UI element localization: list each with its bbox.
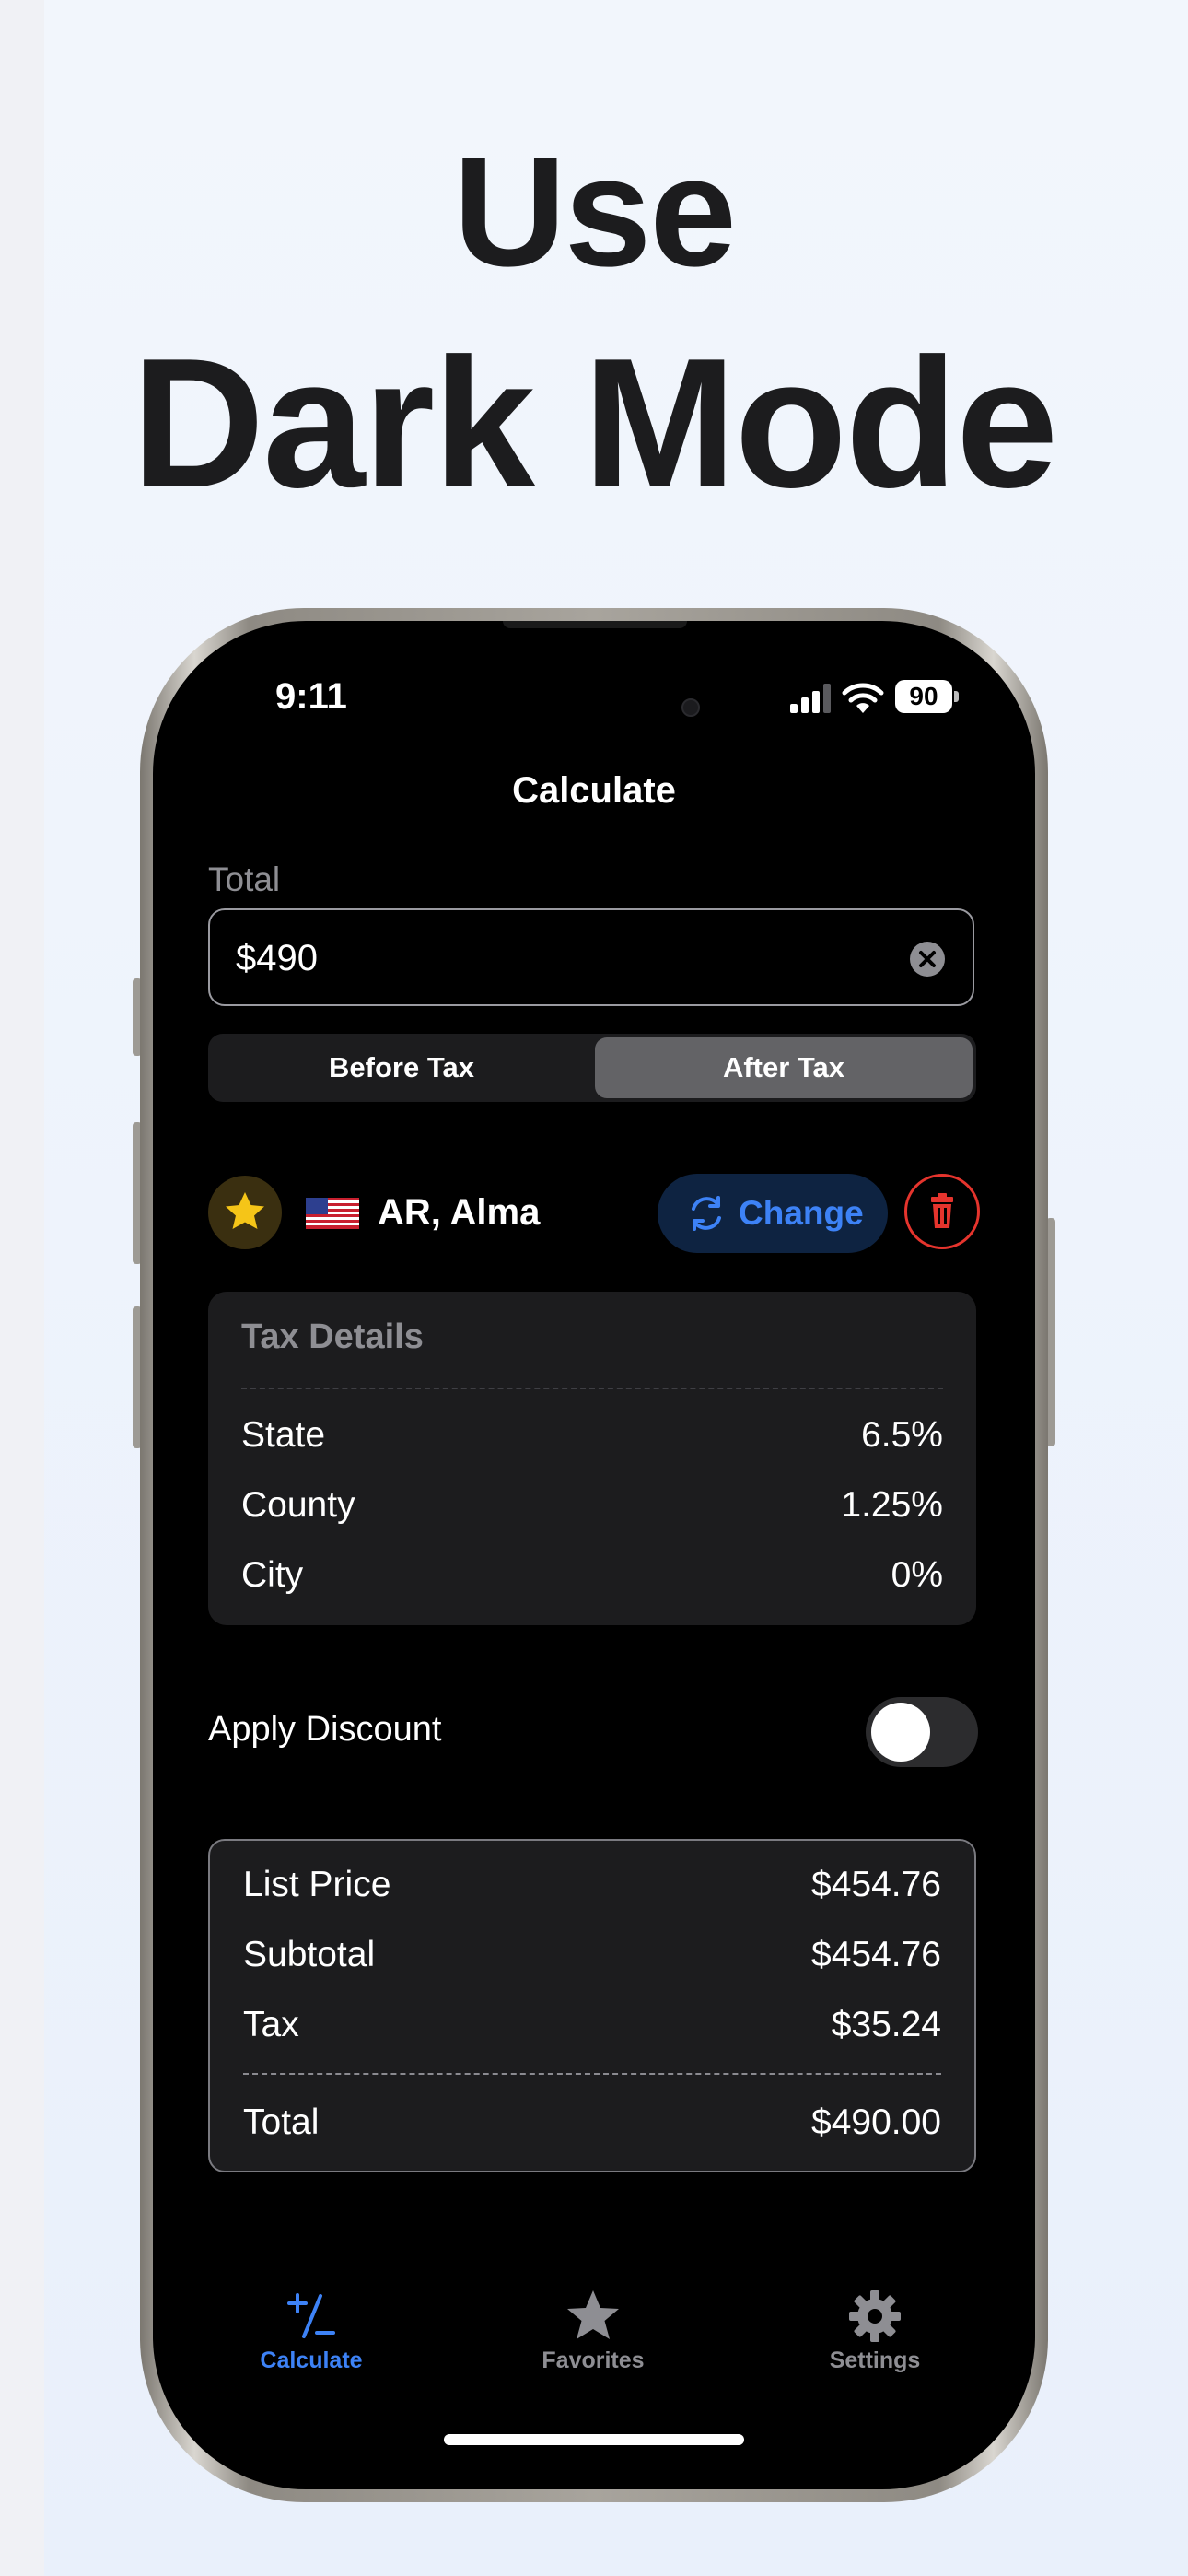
apply-discount-label: Apply Discount [208, 1710, 442, 1749]
tax-details-card: Tax Details State 6.5% County 1.25% City… [208, 1292, 976, 1625]
delete-button[interactable] [904, 1174, 980, 1249]
home-indicator [444, 2434, 744, 2445]
headline-line-1: Use [453, 124, 737, 299]
tax-row-value: 6.5% [861, 1415, 943, 1455]
page-title: Calculate [512, 770, 676, 811]
trash-icon [931, 1193, 953, 1228]
tab-label: Favorites [542, 2348, 645, 2373]
total-label: Total [208, 861, 281, 898]
headline-line-2: Dark Mode [131, 321, 1058, 526]
tab-settings[interactable]: Settings [783, 2289, 967, 2374]
summary-row-value: $454.76 [811, 1865, 941, 1904]
tax-row-label: County [241, 1485, 355, 1525]
clear-icon[interactable] [910, 942, 945, 977]
summary-row-value: $35.24 [831, 2005, 941, 2044]
divider [243, 2073, 941, 2075]
speaker-notch [503, 621, 687, 628]
gear-icon [849, 2290, 901, 2342]
summary-row-value: $454.76 [811, 1935, 941, 1974]
star-icon [567, 2290, 619, 2339]
tab-calculate[interactable]: Calculate [219, 2289, 403, 2374]
tax-row-value: 0% [891, 1555, 943, 1595]
tax-row-value: 1.25% [841, 1485, 943, 1525]
favorite-button[interactable] [208, 1176, 282, 1249]
change-location-button[interactable]: Change [658, 1174, 888, 1253]
battery-indicator: 90 [895, 680, 952, 713]
phone-screen: 9:11 90 Calculate Total $490 Before Tax … [153, 621, 1035, 2489]
before-tax-segment[interactable]: Before Tax [212, 1037, 591, 1098]
tab-bar: Calculate Favorites Settings [153, 2289, 1035, 2399]
total-input[interactable]: $490 [208, 908, 974, 1006]
tax-row-state: State 6.5% [241, 1415, 943, 1456]
after-tax-segment[interactable]: After Tax [595, 1037, 973, 1098]
cellular-signal-icon [790, 684, 831, 713]
summary-total-value: $490.00 [811, 2102, 941, 2142]
tab-label: Settings [829, 2348, 921, 2373]
wifi-icon [842, 683, 884, 713]
tax-mode-segmented-control: Before Tax After Tax [208, 1034, 976, 1102]
us-flag-icon [306, 1198, 359, 1229]
summary-row-subtotal: Subtotal $454.76 [243, 1935, 941, 1975]
tab-label: Calculate [260, 2348, 363, 2373]
apply-discount-toggle[interactable] [866, 1697, 978, 1767]
change-label: Change [739, 1194, 864, 1232]
tab-favorites[interactable]: Favorites [501, 2289, 685, 2374]
summary-row-label: Subtotal [243, 1935, 376, 1974]
summary-row-label: List Price [243, 1865, 391, 1904]
star-icon [226, 1192, 264, 1229]
camera-icon [681, 698, 700, 717]
summary-card: List Price $454.76 Subtotal $454.76 Tax … [208, 1839, 976, 2172]
summary-row-tax: Tax $35.24 [243, 2005, 941, 2045]
divider [241, 1388, 943, 1389]
location-name: AR, Alma [378, 1192, 541, 1233]
summary-row-list-price: List Price $454.76 [243, 1865, 941, 1905]
status-time: 9:11 [275, 676, 347, 717]
tax-row-city: City 0% [241, 1555, 943, 1596]
tax-row-county: County 1.25% [241, 1485, 943, 1526]
total-input-value: $490 [236, 938, 318, 978]
summary-row-total: Total $490.00 [243, 2102, 941, 2143]
tax-details-title: Tax Details [241, 1317, 424, 1356]
plus-minus-icon [287, 2293, 335, 2338]
location-row: AR, Alma Change [208, 1174, 980, 1253]
refresh-icon [692, 1196, 721, 1231]
summary-row-label: Tax [243, 2005, 299, 2044]
battery-tip [954, 691, 959, 702]
summary-total-label: Total [243, 2102, 320, 2142]
tax-row-label: State [241, 1415, 326, 1455]
toggle-knob [871, 1703, 930, 1762]
tax-row-label: City [241, 1555, 304, 1595]
